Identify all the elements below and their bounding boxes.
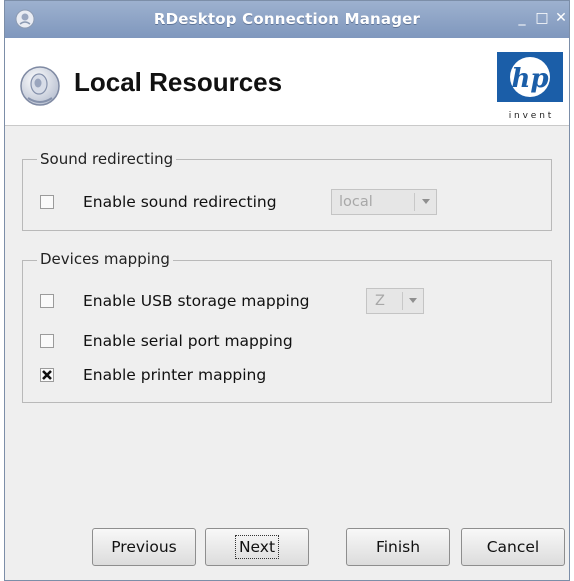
dialog-window: RDesktop Connection Manager _ □ ✕ Local … [4,0,570,581]
logo-text: hp [511,64,548,94]
sound-mode-value: local [339,194,373,210]
finish-button-label: Finish [375,538,421,556]
serial-port-checkbox[interactable] [40,334,54,348]
minimize-button[interactable]: _ [513,9,531,27]
page-title: Local Resources [74,67,283,97]
sound-group-title: Sound redirecting [37,150,177,168]
previous-button-label: Previous [111,538,177,556]
chevron-down-icon [422,199,430,204]
speaker-icon [20,66,60,106]
serial-port-label[interactable]: Enable serial port mapping [83,332,293,350]
previous-button[interactable]: Previous [92,528,196,566]
sound-mode-dropdown[interactable]: local [331,189,437,215]
cancel-button-label: Cancel [486,538,540,556]
sound-redirect-checkbox[interactable] [40,195,54,209]
sound-redirect-label[interactable]: Enable sound redirecting [83,193,277,211]
window-title: RDesktop Connection Manager [153,10,421,28]
maximize-button[interactable]: □ [533,9,551,27]
hp-logo: hp i n v e n t [497,52,563,121]
next-button[interactable]: Next [205,528,309,566]
cancel-button[interactable]: Cancel [461,528,565,566]
finish-button[interactable]: Finish [346,528,450,566]
next-button-label: Next [234,535,280,559]
close-button[interactable]: ✕ [552,9,569,27]
chevron-down-icon [409,298,417,303]
usb-storage-label[interactable]: Enable USB storage mapping [83,292,310,310]
usb-drive-value: Z [375,293,385,309]
usb-storage-checkbox[interactable] [40,294,54,308]
printer-mapping-label[interactable]: Enable printer mapping [83,366,266,384]
title-bar[interactable]: RDesktop Connection Manager _ □ ✕ [5,1,569,38]
logo-tagline: i n v e n t [509,111,552,121]
printer-mapping-checkbox[interactable] [40,368,54,382]
usb-drive-dropdown[interactable]: Z [366,288,424,314]
page-header: Local Resources hp i n v e n t [5,38,569,126]
devices-group-title: Devices mapping [37,250,173,268]
